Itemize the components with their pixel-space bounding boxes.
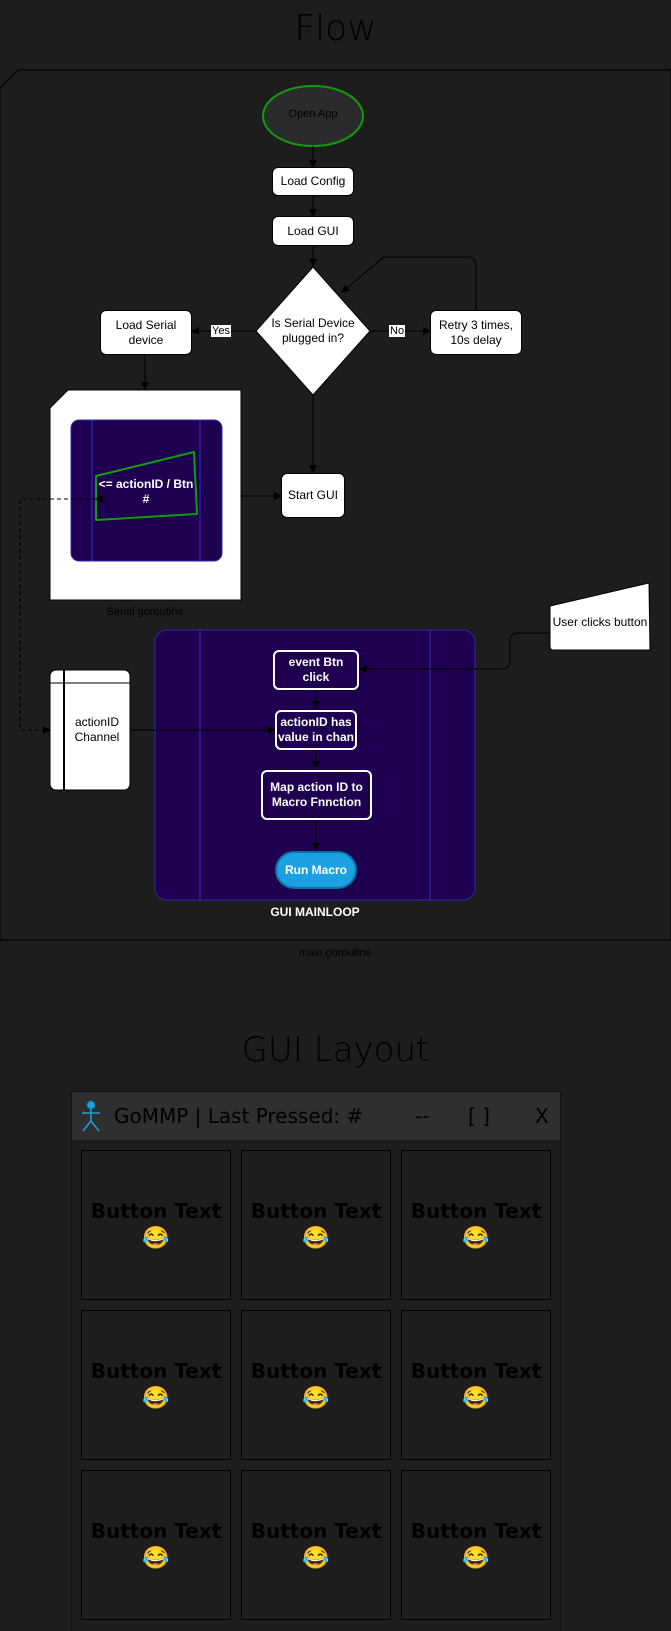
macro-button-1[interactable]: Button Text 😂 <box>81 1150 231 1300</box>
action-value-node: actionID has value in chan <box>275 710 357 750</box>
map-action-node: Map action ID to Macro Fnnction <box>261 770 372 820</box>
serial-goroutine-caption: Serial goroutine <box>106 606 184 618</box>
action-channel-node: actionID Channel <box>74 715 120 744</box>
macro-button-3[interactable]: Button Text 😂 <box>401 1150 551 1300</box>
minimize-button[interactable]: -- <box>415 1104 429 1128</box>
close-button[interactable]: X <box>535 1104 549 1128</box>
macro-button-8[interactable]: Button Text 😂 <box>241 1470 391 1620</box>
event-btn-node: event Btn click <box>273 650 359 690</box>
laughing-emoji-icon: 😂 <box>142 1225 170 1250</box>
laughing-emoji-icon: 😂 <box>462 1385 490 1410</box>
load-serial-node: Load Serial device <box>100 310 192 355</box>
gui-mainloop-caption: GUI MAINLOOP <box>270 905 360 919</box>
laughing-emoji-icon: 😂 <box>462 1225 490 1250</box>
laughing-emoji-icon: 😂 <box>302 1225 330 1250</box>
macro-button-4[interactable]: Button Text 😂 <box>81 1310 231 1460</box>
laughing-emoji-icon: 😂 <box>462 1545 490 1570</box>
stick-figure-icon <box>80 1100 102 1137</box>
laughing-emoji-icon: 😂 <box>142 1545 170 1570</box>
macro-button-7[interactable]: Button Text 😂 <box>81 1470 231 1620</box>
button-label: Button Text <box>410 1519 542 1543</box>
open-app-node: Open App <box>288 108 338 120</box>
gui-layout-title: GUI Layout <box>241 1030 430 1070</box>
window-title: GoMMP | Last Pressed: # <box>114 1104 364 1128</box>
start-gui-node: Start GUI <box>281 473 345 518</box>
decision-node: Is Serial Device plugged in? <box>271 316 355 345</box>
macro-button-2[interactable]: Button Text 😂 <box>241 1150 391 1300</box>
run-macro-node: Run Macro <box>275 851 357 889</box>
button-label: Button Text <box>90 1519 222 1543</box>
button-label: Button Text <box>250 1199 382 1223</box>
maximize-button[interactable]: [ ] <box>468 1104 490 1128</box>
laughing-emoji-icon: 😂 <box>302 1545 330 1570</box>
button-label: Button Text <box>410 1359 542 1383</box>
macro-button-5[interactable]: Button Text 😂 <box>241 1310 391 1460</box>
user-clicks-node: User clicks button <box>552 615 648 629</box>
edge-label-no: No <box>389 325 406 337</box>
button-label: Button Text <box>250 1519 382 1543</box>
button-label: Button Text <box>90 1359 222 1383</box>
macro-button-9[interactable]: Button Text 😂 <box>401 1470 551 1620</box>
load-gui-node: Load GUI <box>272 216 354 246</box>
load-config-node: Load Config <box>272 167 354 196</box>
main-goroutine-caption: main goroutine <box>298 947 372 959</box>
laughing-emoji-icon: 😂 <box>142 1385 170 1410</box>
button-label: Button Text <box>410 1199 542 1223</box>
edge-label-yes: Yes <box>211 325 231 337</box>
macro-button-6[interactable]: Button Text 😂 <box>401 1310 551 1460</box>
window-titlebar: GoMMP | Last Pressed: # -- [ ] X <box>72 1092 560 1140</box>
button-label: Button Text <box>90 1199 222 1223</box>
serial-action-node: <= actionID / Btn # <box>98 477 194 506</box>
retry-node: Retry 3 times, 10s delay <box>430 310 522 355</box>
gui-window: GoMMP | Last Pressed: # -- [ ] X Button … <box>71 1091 561 1631</box>
laughing-emoji-icon: 😂 <box>302 1385 330 1410</box>
button-label: Button Text <box>250 1359 382 1383</box>
